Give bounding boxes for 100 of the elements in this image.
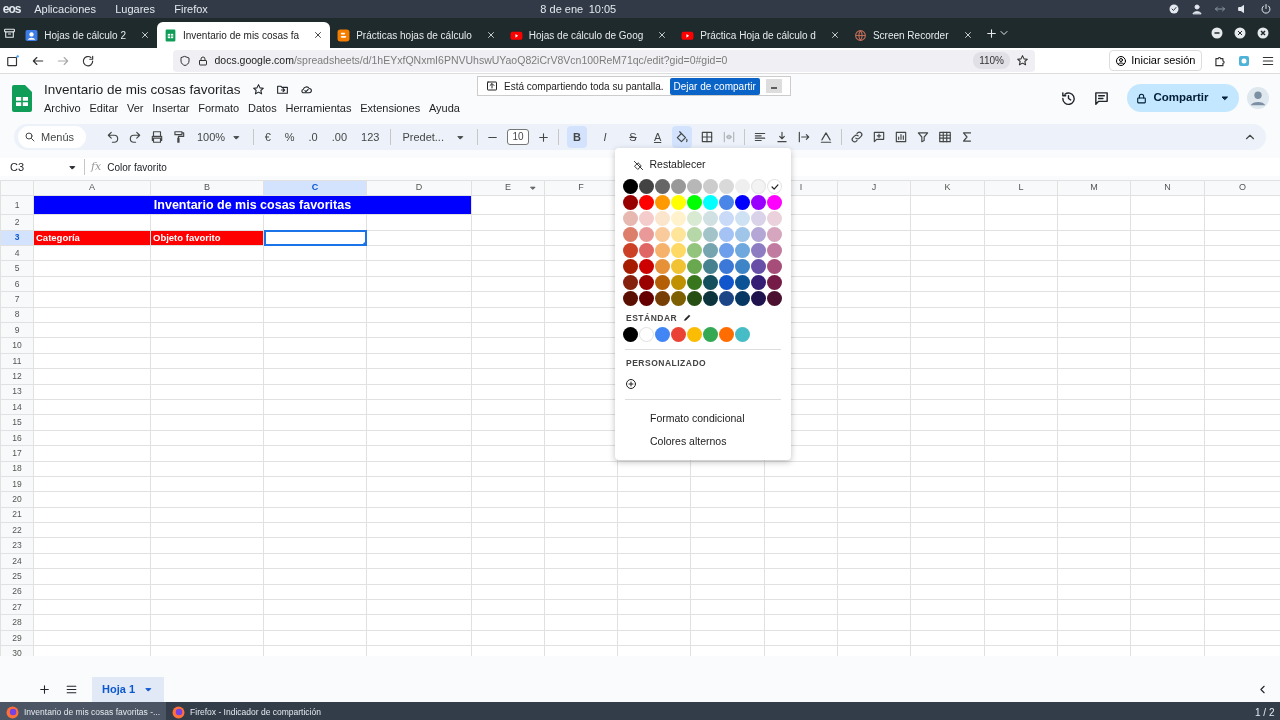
paint-format-icon[interactable] [172,130,186,144]
color-swatch[interactable] [671,259,686,274]
color-swatch[interactable] [655,179,670,194]
column-header[interactable]: F [544,180,618,195]
color-swatch[interactable] [735,275,750,290]
selected-cell[interactable] [263,230,367,246]
color-swatch[interactable] [767,227,782,242]
color-swatch[interactable] [655,259,670,274]
color-swatch[interactable] [687,195,702,210]
color-swatch[interactable] [639,195,654,210]
strikethrough-button[interactable]: S [622,126,643,148]
close-icon[interactable] [962,30,973,40]
fill-color-button[interactable] [672,126,693,148]
color-swatch[interactable] [671,211,686,226]
row-header[interactable]: 30 [0,645,34,656]
reset-option[interactable]: Restablecer [615,156,791,174]
color-swatch[interactable] [735,243,750,258]
column-header[interactable]: O [1204,180,1280,195]
taskbar-window[interactable]: Inventario de mis cosas favoritas -... [0,702,167,720]
color-swatch[interactable] [751,259,766,274]
color-swatch[interactable] [767,195,782,210]
color-swatch[interactable] [735,195,750,210]
color-swatch[interactable] [719,327,734,342]
color-swatch[interactable] [623,179,638,194]
color-swatch[interactable] [623,227,638,242]
chart-icon[interactable] [894,130,909,144]
color-swatch[interactable] [751,243,766,258]
check-icon[interactable] [1167,3,1180,15]
color-swatch[interactable] [655,291,670,306]
history-icon[interactable] [1059,89,1077,107]
color-swatch[interactable] [639,291,654,306]
column-header[interactable]: A [33,180,151,195]
close-icon[interactable] [829,30,840,40]
color-swatch[interactable] [671,291,686,306]
comment-icon[interactable] [1093,89,1110,107]
close-icon[interactable] [485,30,496,40]
color-swatch[interactable] [719,227,734,242]
sign-in-button[interactable]: Iniciar sesión [1109,50,1202,71]
color-swatch[interactable] [719,259,734,274]
menu-item[interactable]: Insertar [149,99,193,117]
edit-icon[interactable] [682,313,692,323]
menu-option[interactable]: Formato condicional [615,406,791,430]
color-swatch[interactable] [623,243,638,258]
italic-button[interactable]: I [594,126,615,148]
column-header[interactable]: M [1057,180,1131,195]
color-swatch[interactable] [735,211,750,226]
color-swatch[interactable] [655,243,670,258]
menu-item[interactable]: Aplicaciones [34,0,96,18]
color-swatch[interactable] [719,179,734,194]
plus-icon[interactable] [536,130,550,144]
power-icon[interactable] [1259,3,1272,15]
color-swatch[interactable] [735,327,750,342]
user-icon[interactable] [1190,3,1203,15]
color-swatch[interactable] [751,291,766,306]
filter-icon[interactable] [916,130,931,144]
column-header[interactable]: K [910,180,985,195]
color-swatch[interactable] [671,179,686,194]
color-swatch[interactable] [703,227,718,242]
color-swatch[interactable] [767,291,782,306]
color-swatch[interactable] [687,227,702,242]
menu-item[interactable]: Ayuda [425,99,463,117]
zoom-badge[interactable]: 110% [973,52,1010,69]
bold-button[interactable]: B [566,126,587,148]
close-icon[interactable] [657,30,668,40]
document-title[interactable]: Inventario de mis cosas favoritas [44,79,241,100]
color-swatch[interactable] [623,275,638,290]
color-swatch[interactable] [655,211,670,226]
menu-item[interactable]: Archivo [41,99,84,117]
color-swatch[interactable] [623,327,638,342]
color-swatch[interactable] [719,243,734,258]
add-sheet-icon[interactable] [38,683,51,696]
color-swatch[interactable] [671,195,686,210]
color-swatch[interactable] [751,179,766,194]
color-swatch[interactable] [687,291,702,306]
address-field[interactable]: docs.google.com/spreadsheets/d/1hEYxfQNxmI6PNVUhswUYaoQ82iCrV8Vcn100ReM71qc/edit?gid=0#gid=0 110% [172,49,1035,72]
color-swatch[interactable] [703,275,718,290]
color-swatch[interactable] [719,291,734,306]
color-swatch[interactable] [655,275,670,290]
color-swatch[interactable] [767,211,782,226]
redo-icon[interactable] [128,130,142,144]
text-color-button[interactable]: A [650,126,665,148]
column-header[interactable]: L [984,180,1058,195]
color-swatch[interactable] [623,211,638,226]
share-button[interactable]: Compartir [1126,84,1239,112]
menu-item[interactable]: Editar [86,99,122,117]
minimize-icon[interactable] [1211,27,1223,39]
name-box[interactable]: C3 [10,158,78,176]
column-header[interactable]: B [150,180,264,195]
color-swatch[interactable] [639,327,654,342]
close-icon[interactable] [1257,27,1269,39]
vertical-align-icon[interactable] [775,130,790,144]
menu-item[interactable]: Firefox [174,0,208,18]
column-header[interactable]: E [471,180,545,195]
color-swatch[interactable] [639,211,654,226]
color-swatch[interactable] [639,179,654,194]
add-comment-icon[interactable] [872,130,887,144]
color-swatch[interactable] [655,227,670,242]
star-icon[interactable] [251,83,265,97]
color-swatch[interactable] [751,211,766,226]
url-text[interactable]: docs.google.com/spreadsheets/d/1hEYxfQNxmI6PNVUhswUYaoQ82iCrV8Vcn100ReM71qc/edit?gid=0#gid=0 [214,52,728,69]
